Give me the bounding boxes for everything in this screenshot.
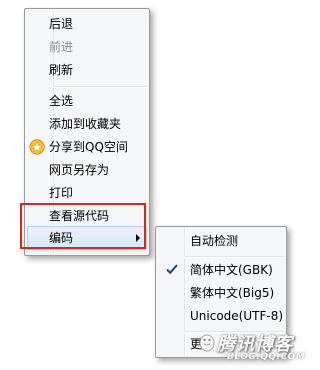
menu-item-label: 刷新 xyxy=(49,63,74,77)
checkmark-icon xyxy=(166,264,178,275)
menu-item-label: 自动检测 xyxy=(190,234,239,248)
menu-item-label: Unicode(UTF-8) xyxy=(190,309,284,323)
menu-separator xyxy=(53,86,147,88)
menu-separator xyxy=(184,256,284,258)
menu-item-view-source[interactable]: 查看源代码 xyxy=(28,205,146,227)
menu-item-label: 打印 xyxy=(49,186,74,200)
menu-item-label: 更多 xyxy=(190,337,215,351)
menu-item-share-qzone[interactable]: 分享到QQ空间 xyxy=(28,136,146,158)
menu-item-print[interactable]: 打印 xyxy=(28,182,146,204)
menu-item-gbk[interactable]: 简体中文(GBK) xyxy=(159,259,283,281)
submenu-arrow-icon xyxy=(136,234,140,242)
menu-item-label: 查看源代码 xyxy=(49,209,110,223)
menu-item-label: 添加到收藏夹 xyxy=(49,117,122,131)
menu-item-label: 前进 xyxy=(49,40,74,54)
menu-item-add-favorites[interactable]: 添加到收藏夹 xyxy=(28,113,146,135)
menu-item-back[interactable]: 后退 xyxy=(28,13,146,35)
menu-item-label: 网页另存为 xyxy=(49,163,110,177)
context-menu: 后退 前进 刷新 全选 添加到收藏夹 分享到QQ空间 网页另存为 打印 查看源代… xyxy=(24,8,150,256)
encoding-submenu: 自动检测 简体中文(GBK) 繁体中文(Big5) Unicode(UTF-8)… xyxy=(155,226,287,358)
menu-item-more[interactable]: 更多 xyxy=(159,333,283,355)
menu-item-label: 简体中文(GBK) xyxy=(190,263,273,277)
menu-item-forward: 前进 xyxy=(28,36,146,58)
menu-item-big5[interactable]: 繁体中文(Big5) xyxy=(159,282,283,304)
menu-item-label: 繁体中文(Big5) xyxy=(190,286,275,300)
screenshot-canvas: 后退 前进 刷新 全选 添加到收藏夹 分享到QQ空间 网页另存为 打印 查看源代… xyxy=(0,0,305,370)
menu-item-auto-detect[interactable]: 自动检测 xyxy=(159,230,283,252)
menu-item-select-all[interactable]: 全选 xyxy=(28,90,146,112)
menu-item-refresh[interactable]: 刷新 xyxy=(28,59,146,81)
menu-item-encoding[interactable]: 编码 xyxy=(27,226,147,250)
menu-item-utf8[interactable]: Unicode(UTF-8) xyxy=(159,305,283,327)
menu-item-label: 全选 xyxy=(49,94,74,108)
menu-item-label: 后退 xyxy=(49,17,74,31)
qzone-star-icon xyxy=(29,139,45,155)
menu-item-save-page-as[interactable]: 网页另存为 xyxy=(28,159,146,181)
menu-item-label: 分享到QQ空间 xyxy=(49,140,128,154)
menu-item-label: 编码 xyxy=(49,231,74,245)
